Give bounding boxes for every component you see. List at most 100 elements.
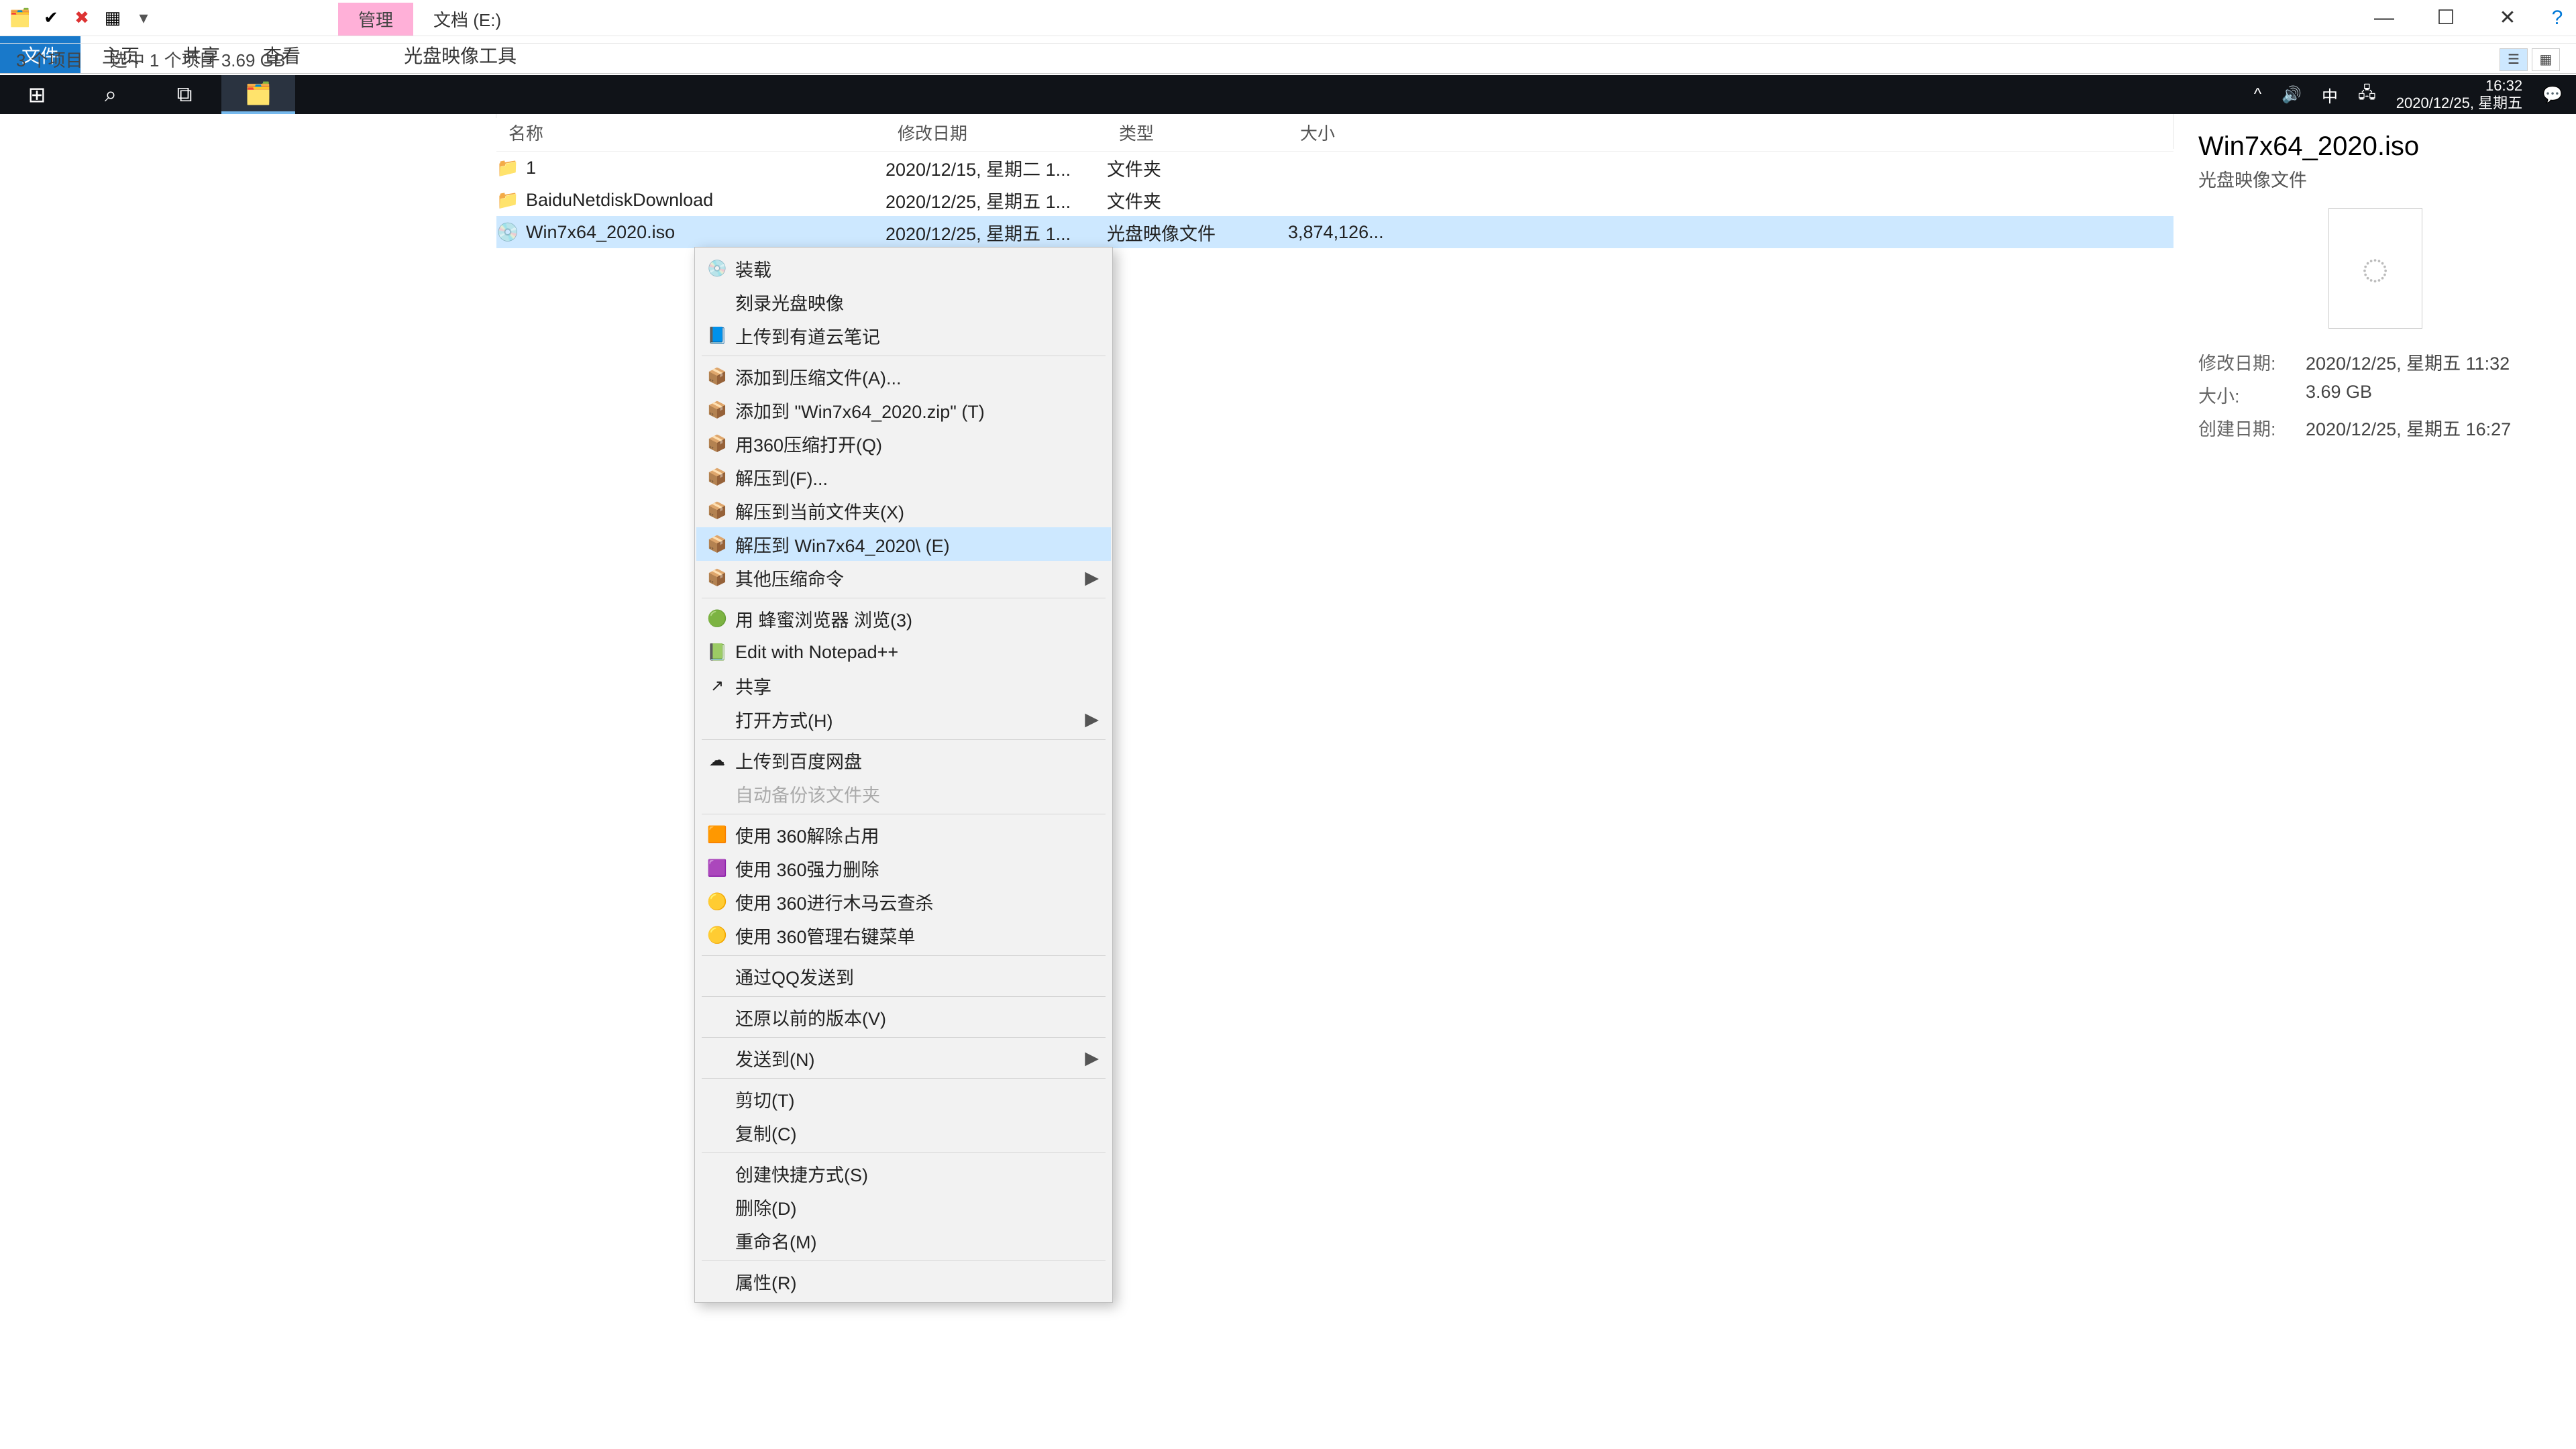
minimize-button[interactable]: —	[2353, 0, 2415, 36]
menu-item[interactable]: 📦其他压缩命令▶	[696, 561, 1111, 594]
quick-access-toolbar: 🗂️ ✔ ✖ ▦ ▾	[0, 0, 164, 36]
menu-item[interactable]: 剪切(T)	[696, 1082, 1111, 1116]
taskbar-explorer-button[interactable]: 🗂️	[221, 75, 295, 114]
help-button[interactable]: ?	[2538, 0, 2576, 36]
file-row[interactable]: 📁12020/12/15, 星期二 1...文件夹	[496, 152, 2174, 184]
menu-item[interactable]: 创建快捷方式(S)	[696, 1157, 1111, 1190]
menu-item[interactable]: 📦添加到压缩文件(A)...	[696, 360, 1111, 393]
file-row[interactable]: 💿Win7x64_2020.iso2020/12/25, 星期五 1...光盘映…	[496, 216, 2174, 248]
menu-item[interactable]: 刻录光盘映像	[696, 285, 1111, 319]
menu-item-icon: 📗	[706, 643, 729, 662]
menu-item-icon: 📦	[706, 535, 729, 554]
view-details-button[interactable]: ☰	[2500, 48, 2528, 71]
context-menu: 💿装载刻录光盘映像📘上传到有道云笔记 📦添加到压缩文件(A)...📦添加到 "Wi…	[694, 247, 1113, 1303]
menu-item-icon: 🟡	[706, 926, 729, 945]
tray-network-icon[interactable]: 🖧	[2358, 81, 2376, 109]
menu-item[interactable]: ↗共享	[696, 669, 1111, 702]
close-button[interactable]: ✕	[2477, 0, 2538, 36]
menu-separator	[702, 1152, 1106, 1153]
view-icons-button[interactable]: ▦	[2532, 48, 2560, 71]
task-view-button[interactable]: ⧉	[148, 75, 221, 114]
menu-item-icon: 📦	[706, 501, 729, 521]
col-size[interactable]: 大小	[1288, 120, 1449, 145]
qat-close-icon[interactable]: ✖	[71, 7, 93, 29]
menu-item: 自动备份该文件夹	[696, 777, 1111, 810]
menu-item[interactable]: 打开方式(H)▶	[696, 702, 1111, 736]
tray-chevron-icon[interactable]: ^	[2254, 85, 2261, 104]
menu-item[interactable]: 通过QQ发送到	[696, 959, 1111, 993]
menu-item[interactable]: 属性(R)	[696, 1265, 1111, 1298]
title-bar: 🗂️ ✔ ✖ ▦ ▾ 管理 文档 (E:) — ☐ ✕ ?	[0, 0, 2576, 36]
column-headers[interactable]: 名称 修改日期 类型 大小	[496, 114, 2174, 152]
col-name[interactable]: 名称	[496, 120, 885, 145]
status-selection: 选中 1 个项目 3.69 GB	[110, 47, 286, 72]
meta-size-value: 3.69 GB	[2306, 382, 2552, 408]
menu-item[interactable]: 📦解压到 Win7x64_2020\ (E)	[696, 527, 1111, 561]
submenu-arrow-icon: ▶	[1085, 709, 1099, 730]
maximize-button[interactable]: ☐	[2415, 0, 2477, 36]
status-bar: 3 个项目 选中 1 个项目 3.69 GB ☰ ▦	[0, 43, 2576, 75]
window-title: 文档 (E:)	[413, 3, 521, 36]
menu-item[interactable]: 📘上传到有道云笔记	[696, 319, 1111, 352]
menu-item-icon: 🟡	[706, 892, 729, 912]
taskbar-search-button[interactable]: ⌕	[74, 75, 148, 114]
tray-volume-icon[interactable]: 🔊	[2282, 85, 2302, 105]
menu-item[interactable]: 📦解压到当前文件夹(X)	[696, 494, 1111, 527]
menu-item-icon: 🟢	[706, 609, 729, 629]
start-button[interactable]: ⊞	[0, 75, 74, 114]
menu-item-icon: 🟪	[706, 859, 729, 878]
tray-ime[interactable]: 中	[2322, 83, 2338, 107]
menu-separator	[702, 1078, 1106, 1079]
menu-item-icon: 💿	[706, 259, 729, 278]
tray-notifications-icon[interactable]: 💬	[2542, 85, 2563, 105]
qat-save-icon[interactable]: ✔	[40, 7, 62, 29]
status-item-count: 3 个项目	[16, 47, 83, 72]
details-pane: Win7x64_2020.iso 光盘映像文件 ◌ 修改日期:2020/12/2…	[2174, 114, 2576, 149]
submenu-arrow-icon: ▶	[1085, 568, 1099, 588]
menu-item[interactable]: 🟧使用 360解除占用	[696, 818, 1111, 851]
navigation-pane: ★快速访问 🖥️Desktop📌⬇下载📌📄文档📌🖼️图片📌📊excel表格制作求…	[0, 114, 496, 118]
qat-dropdown-icon[interactable]: ▾	[133, 7, 154, 29]
menu-item[interactable]: 发送到(N)▶	[696, 1041, 1111, 1075]
menu-item[interactable]: 📦用360压缩打开(Q)	[696, 427, 1111, 460]
menu-item-icon: 📦	[706, 434, 729, 453]
folder-icon: 📁	[496, 157, 517, 178]
menu-item[interactable]: 📦解压到(F)...	[696, 460, 1111, 494]
col-date[interactable]: 修改日期	[885, 120, 1107, 145]
folder-icon: 📁	[496, 189, 517, 211]
meta-modified-value: 2020/12/25, 星期五 11:32	[2306, 349, 2552, 375]
menu-item[interactable]: ☁上传到百度网盘	[696, 743, 1111, 777]
menu-item-icon: ↗	[706, 676, 729, 696]
menu-item[interactable]: 🟢用 蜂蜜浏览器 浏览(3)	[696, 602, 1111, 635]
menu-separator	[702, 996, 1106, 997]
contextual-tab-manage[interactable]: 管理	[338, 3, 413, 36]
taskbar: ⊞ ⌕ ⧉ 🗂️ ^ 🔊 中 🖧 16:32 2020/12/25, 星期五 💬	[0, 75, 2576, 114]
menu-item[interactable]: 重命名(M)	[696, 1224, 1111, 1257]
menu-item[interactable]: 🟪使用 360强力删除	[696, 851, 1111, 885]
menu-separator	[702, 955, 1106, 956]
iso-icon: 💿	[496, 221, 517, 243]
menu-item[interactable]: 🟡使用 360管理右键菜单	[696, 918, 1111, 952]
menu-item[interactable]: 删除(D)	[696, 1190, 1111, 1224]
menu-separator	[702, 1037, 1106, 1038]
system-tray: ^ 🔊 中 🖧 16:32 2020/12/25, 星期五 💬	[2254, 77, 2576, 112]
preview-type: 光盘映像文件	[2198, 166, 2552, 192]
menu-item-icon: 🟧	[706, 825, 729, 845]
menu-item[interactable]: 📗Edit with Notepad++	[696, 635, 1111, 669]
menu-item-icon: 📦	[706, 468, 729, 487]
menu-item[interactable]: 🟡使用 360进行木马云查杀	[696, 885, 1111, 918]
menu-item[interactable]: 还原以前的版本(V)	[696, 1000, 1111, 1034]
qat-app-icon[interactable]: ▦	[102, 7, 123, 29]
menu-separator	[702, 1260, 1106, 1261]
menu-item[interactable]: 💿装载	[696, 252, 1111, 285]
menu-item[interactable]: 复制(C)	[696, 1116, 1111, 1149]
preview-title: Win7x64_2020.iso	[2198, 131, 2552, 162]
menu-separator	[702, 739, 1106, 740]
menu-item[interactable]: 📦添加到 "Win7x64_2020.zip" (T)	[696, 393, 1111, 427]
file-row[interactable]: 📁BaiduNetdiskDownload2020/12/25, 星期五 1..…	[496, 184, 2174, 216]
meta-created-value: 2020/12/25, 星期五 16:27	[2306, 415, 2552, 441]
menu-item-icon: 📦	[706, 367, 729, 386]
submenu-arrow-icon: ▶	[1085, 1048, 1099, 1069]
tray-clock[interactable]: 16:32 2020/12/25, 星期五	[2396, 77, 2522, 112]
col-type[interactable]: 类型	[1107, 120, 1288, 145]
